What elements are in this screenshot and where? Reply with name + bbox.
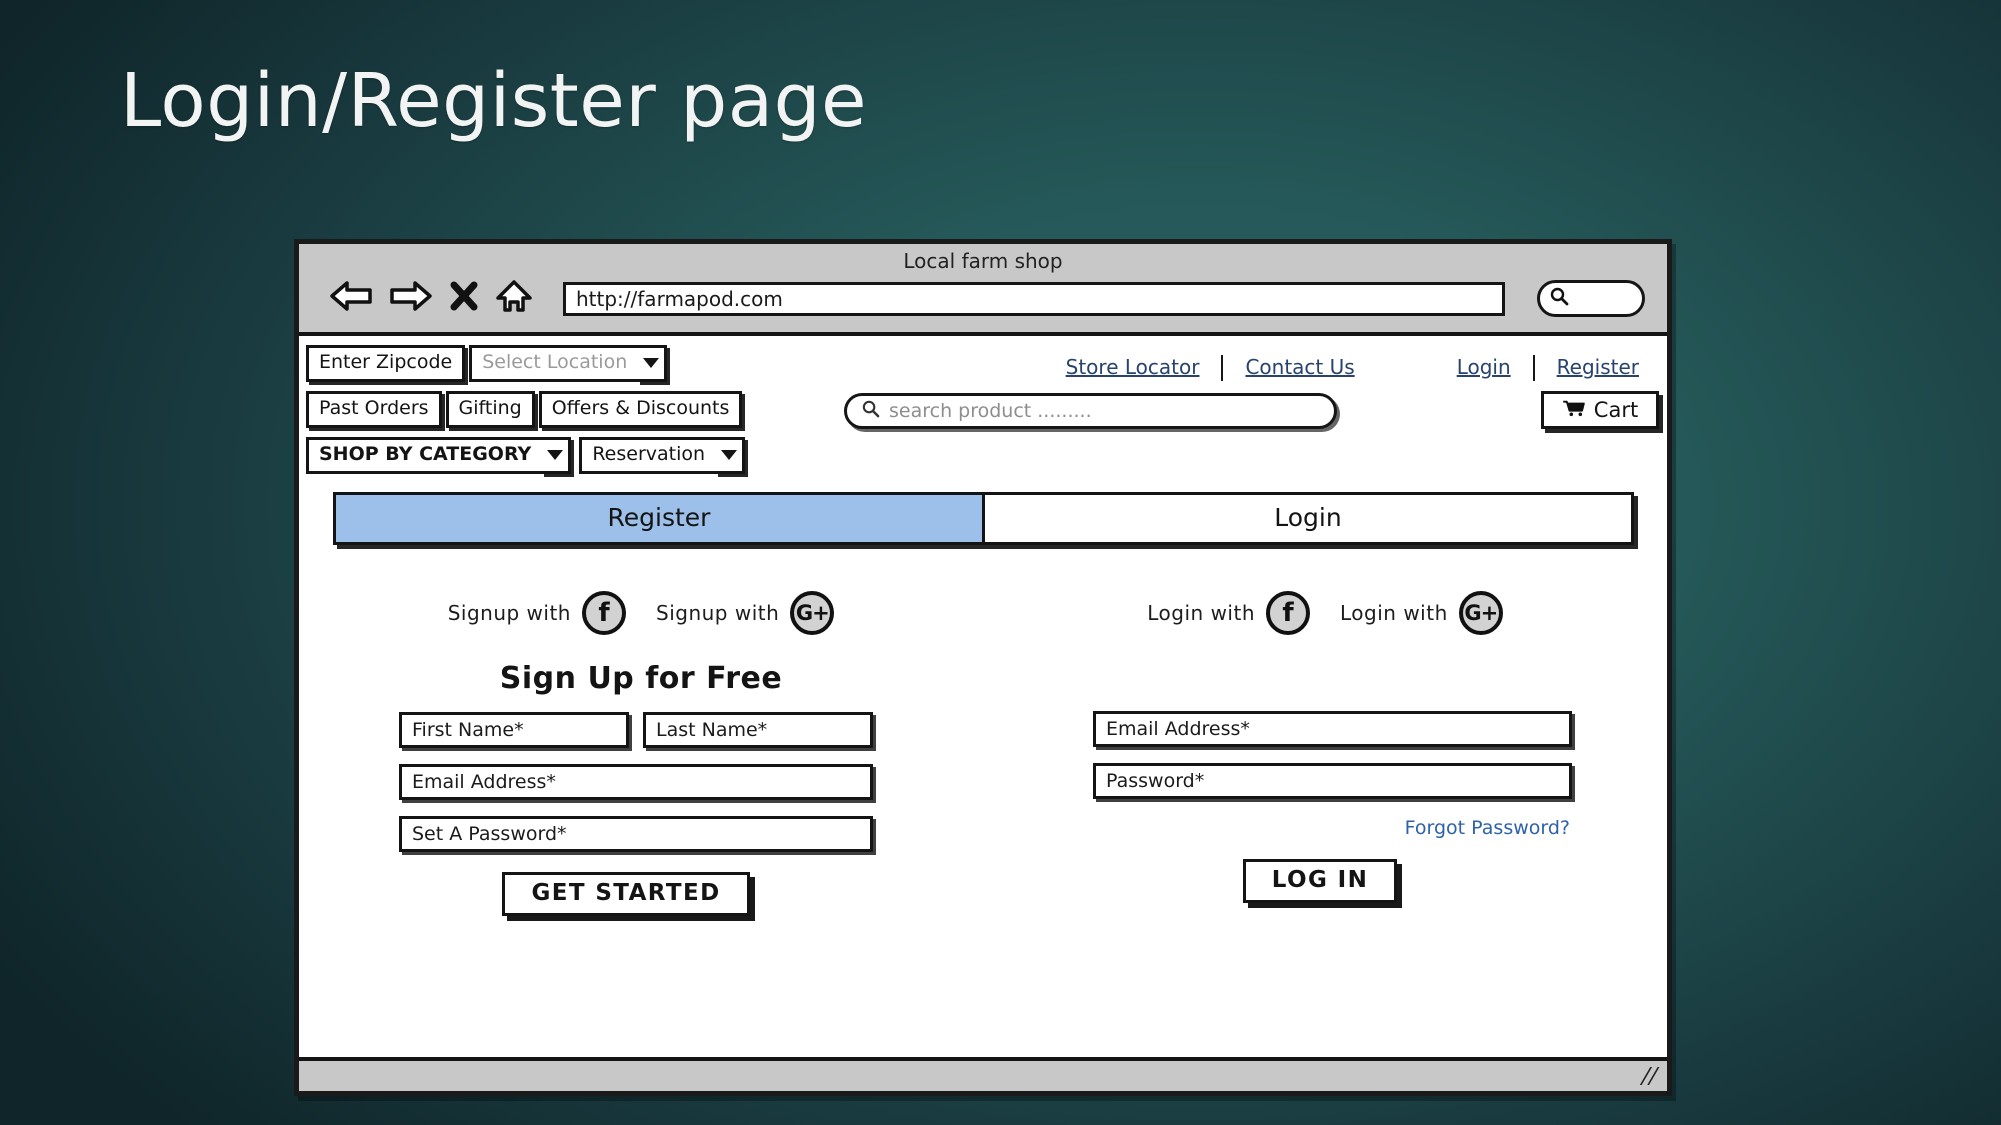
magnifier-icon bbox=[1549, 286, 1569, 311]
login-social-row: Login with f Login with G+ bbox=[983, 590, 1667, 635]
chevron-down-icon bbox=[642, 358, 659, 369]
link-store-locator[interactable]: Store Locator bbox=[1044, 353, 1222, 383]
shop-by-category-group: SHOP BY CATEGORY bbox=[306, 436, 572, 474]
location-select[interactable]: Select Location bbox=[469, 345, 638, 382]
last-name-input[interactable]: Last Name* bbox=[643, 711, 873, 748]
register-social-row: Signup with f Signup with G+ bbox=[299, 590, 983, 635]
cart-button[interactable]: Cart bbox=[1541, 391, 1659, 429]
home-icon[interactable] bbox=[495, 279, 533, 318]
header-row-category: SHOP BY CATEGORY Reservation bbox=[299, 436, 1667, 474]
search-placeholder: search product ......... bbox=[889, 400, 1092, 422]
tab-register[interactable]: Register bbox=[336, 494, 985, 542]
forgot-password-link[interactable]: Forgot Password? bbox=[983, 817, 1667, 839]
shopping-cart-icon bbox=[1562, 398, 1586, 422]
menu-past-orders[interactable]: Past Orders bbox=[306, 390, 442, 428]
search-icon bbox=[861, 399, 880, 423]
get-started-button[interactable]: GET STARTED bbox=[502, 871, 750, 916]
register-heading: Sign Up for Free bbox=[499, 660, 783, 696]
browser-search-box[interactable] bbox=[1537, 280, 1645, 317]
email-field-row: Email Address* bbox=[299, 763, 983, 800]
browser-status-bar: // bbox=[299, 1057, 1667, 1091]
link-contact-us[interactable]: Contact Us bbox=[1223, 353, 1376, 383]
register-submit-wrap: GET STARTED bbox=[299, 871, 983, 916]
log-in-button[interactable]: LOG IN bbox=[1242, 858, 1398, 903]
menu-gifting[interactable]: Gifting bbox=[445, 390, 535, 428]
shop-by-category-chevron[interactable] bbox=[541, 436, 572, 474]
signup-with-google[interactable]: Signup with G+ bbox=[656, 590, 835, 635]
location-group: Enter Zipcode Select Location bbox=[306, 345, 668, 382]
utility-links: Store Locator Contact Us Login Register bbox=[1044, 353, 1661, 383]
login-facebook-label: Login with bbox=[1147, 600, 1255, 625]
login-with-facebook[interactable]: Login with f bbox=[1147, 590, 1310, 635]
site-content: Enter Zipcode Select Location Store Loca… bbox=[299, 336, 1667, 1057]
link-register[interactable]: Register bbox=[1535, 353, 1661, 383]
password-field-row: Set A Password* bbox=[299, 815, 983, 852]
browser-window-mockup: Local farm shop http://farmapod.com Ente… bbox=[294, 239, 1672, 1096]
cart-label: Cart bbox=[1593, 398, 1639, 422]
reservation-select[interactable]: Reservation bbox=[579, 436, 716, 474]
signup-google-label: Signup with bbox=[656, 600, 780, 625]
shop-by-category-select[interactable]: SHOP BY CATEGORY bbox=[306, 436, 542, 474]
header-row-location: Enter Zipcode Select Location Store Loca… bbox=[299, 345, 1667, 382]
reservation-chevron[interactable] bbox=[715, 436, 746, 474]
menu-offers-discounts[interactable]: Offers & Discounts bbox=[538, 390, 743, 428]
google-plus-icon: G+ bbox=[790, 590, 835, 635]
login-password-input[interactable]: Password* bbox=[1093, 762, 1572, 799]
signup-with-facebook[interactable]: Signup with f bbox=[447, 590, 626, 635]
chevron-down-icon bbox=[546, 450, 563, 461]
login-with-google[interactable]: Login with G+ bbox=[1340, 590, 1503, 635]
stop-x-icon[interactable] bbox=[449, 280, 479, 317]
back-arrow-icon[interactable] bbox=[329, 280, 373, 317]
login-email-input[interactable]: Email Address* bbox=[1093, 710, 1572, 747]
login-google-label: Login with bbox=[1340, 600, 1448, 625]
register-email-input[interactable]: Email Address* bbox=[399, 763, 873, 800]
set-password-input[interactable]: Set A Password* bbox=[399, 815, 873, 852]
auth-tabs: Register Login bbox=[333, 491, 1634, 545]
forward-arrow-icon[interactable] bbox=[389, 280, 433, 317]
resize-grip-icon[interactable]: // bbox=[1639, 1064, 1661, 1089]
login-spacer bbox=[983, 635, 1667, 695]
login-email-row: Email Address* bbox=[983, 710, 1667, 747]
first-name-input[interactable]: First Name* bbox=[399, 711, 629, 748]
facebook-icon: f bbox=[1266, 590, 1310, 635]
zipcode-input[interactable]: Enter Zipcode bbox=[306, 345, 466, 382]
location-select-chevron[interactable] bbox=[637, 345, 668, 382]
signup-facebook-label: Signup with bbox=[447, 600, 571, 625]
tab-login[interactable]: Login bbox=[985, 494, 1631, 542]
name-field-row: First Name* Last Name* bbox=[299, 711, 983, 748]
login-password-row: Password* bbox=[983, 762, 1667, 799]
auth-panels: Signup with f Signup with G+ Sign Up for… bbox=[299, 555, 1667, 916]
google-plus-icon: G+ bbox=[1458, 590, 1503, 635]
url-input[interactable]: http://farmapod.com bbox=[563, 281, 1505, 316]
menu-group: Past Orders Gifting Offers & Discounts bbox=[306, 390, 743, 428]
facebook-icon: f bbox=[582, 590, 626, 635]
chevron-down-icon bbox=[720, 450, 737, 461]
reservation-group: Reservation bbox=[579, 436, 746, 474]
page-title: Login/Register page bbox=[120, 58, 868, 144]
search-input[interactable]: search product ......... bbox=[844, 393, 1337, 429]
register-panel: Signup with f Signup with G+ Sign Up for… bbox=[299, 555, 983, 916]
login-panel: Login with f Login with G+ Email Address… bbox=[983, 555, 1667, 916]
link-login[interactable]: Login bbox=[1377, 353, 1533, 383]
window-title: Local farm shop bbox=[903, 249, 1063, 273]
login-submit-wrap: LOG IN bbox=[973, 858, 1667, 903]
browser-chrome: Local farm shop http://farmapod.com bbox=[299, 244, 1667, 336]
